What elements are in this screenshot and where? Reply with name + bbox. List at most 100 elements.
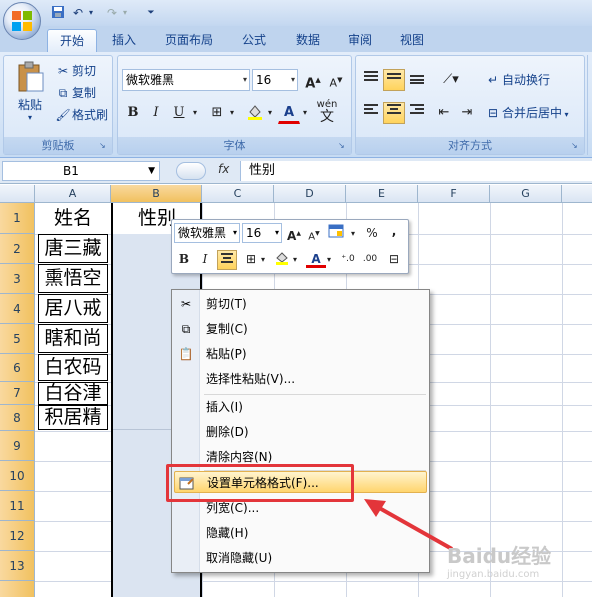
column-header-d[interactable]: D: [274, 185, 346, 203]
undo-icon[interactable]: ↶: [70, 5, 86, 21]
align-left-icon[interactable]: [360, 102, 382, 124]
column-header-g[interactable]: G: [490, 185, 562, 203]
mini-merge-icon[interactable]: ⊟: [384, 250, 404, 270]
align-right-icon[interactable]: [406, 102, 428, 124]
redo-icon[interactable]: ↷: [104, 5, 120, 21]
cut-button[interactable]: ✂ 剪切: [54, 62, 96, 80]
alignment-launcher-icon[interactable]: ↘: [571, 141, 581, 151]
menu-item-cut[interactable]: ✂ 剪切(T): [174, 293, 427, 315]
column-header-c[interactable]: C: [202, 185, 274, 203]
phonetic-guide-icon[interactable]: wén 文: [313, 98, 341, 126]
font-launcher-icon[interactable]: ↘: [338, 141, 348, 151]
menu-item-insert[interactable]: 插入(I): [174, 396, 427, 418]
row-header-8[interactable]: 8: [0, 405, 35, 431]
bold-button[interactable]: B: [122, 102, 144, 124]
font-size-input[interactable]: 16 ▾: [252, 69, 298, 91]
mini-font-dropdown-icon[interactable]: ▾: [233, 224, 237, 242]
mini-font-name-input[interactable]: 微软雅黑 ▾: [174, 223, 240, 243]
decrease-decimal-icon[interactable]: .00: [360, 250, 380, 270]
select-all-corner[interactable]: [0, 185, 35, 203]
mini-size-dropdown-icon[interactable]: ▾: [275, 224, 279, 242]
cell-a5[interactable]: 瞎和尚: [38, 324, 108, 353]
undo-dropdown-icon[interactable]: ▾: [86, 5, 96, 21]
column-header-e[interactable]: E: [346, 185, 418, 203]
italic-button[interactable]: I: [145, 102, 167, 124]
underline-button[interactable]: U: [168, 102, 190, 124]
align-top-icon[interactable]: [360, 69, 382, 91]
row-header-3[interactable]: 3: [0, 264, 35, 294]
office-button[interactable]: [3, 2, 41, 40]
grow-font-icon[interactable]: A▲: [302, 69, 324, 91]
paste-dropdown-icon[interactable]: ▾: [12, 113, 48, 122]
merge-center-button[interactable]: ⊟ 合并后居中 ▾: [484, 104, 569, 122]
row-header-4[interactable]: 4: [0, 294, 35, 324]
menu-item-copy[interactable]: ⧉ 复制(C): [174, 318, 427, 340]
tab-data[interactable]: 数据: [288, 29, 328, 52]
column-header-a[interactable]: A: [35, 185, 111, 203]
increase-indent-icon[interactable]: ⇥: [456, 102, 478, 124]
row-header-13[interactable]: 13: [0, 551, 35, 581]
row-header-2[interactable]: 2: [0, 234, 35, 264]
customize-quick-access-icon[interactable]: ⏷: [146, 5, 156, 21]
copy-button[interactable]: ⧉ 复制: [54, 84, 96, 102]
paste-button[interactable]: 粘贴 ▾: [12, 61, 48, 131]
cell-a3[interactable]: 熏悟空: [38, 264, 108, 293]
cell-a2[interactable]: 唐三藏: [38, 234, 108, 263]
mini-shrink-font-icon[interactable]: A▼: [304, 224, 324, 244]
row-header-7[interactable]: 7: [0, 382, 35, 405]
mini-fill-color-icon[interactable]: [272, 250, 292, 270]
formula-bar-handle[interactable]: [176, 162, 206, 180]
menu-item-delete[interactable]: 删除(D): [174, 421, 427, 443]
row-header-5[interactable]: 5: [0, 324, 35, 354]
mini-center-icon[interactable]: [217, 250, 237, 270]
cell-a8[interactable]: 积居精: [38, 405, 108, 430]
mini-comma-button[interactable]: ,: [384, 222, 404, 242]
font-color-dropdown-icon[interactable]: ▾: [299, 102, 311, 124]
mini-italic-icon[interactable]: I: [195, 250, 215, 270]
mini-format-dropdown-icon[interactable]: ▾: [348, 224, 358, 244]
save-icon[interactable]: [50, 5, 66, 21]
row-header-12[interactable]: 12: [0, 521, 35, 551]
tab-formulas[interactable]: 公式: [236, 29, 272, 52]
column-header-partial[interactable]: [562, 185, 592, 203]
menu-item-paste-special[interactable]: 选择性粘贴(V)...: [174, 368, 427, 390]
align-center-icon[interactable]: [383, 102, 405, 124]
tab-view[interactable]: 视图: [392, 29, 432, 52]
increase-decimal-icon[interactable]: ⁺.0: [338, 250, 358, 270]
borders-icon[interactable]: ⊞: [206, 102, 228, 124]
mini-grow-font-icon[interactable]: A▲: [284, 224, 304, 244]
row-header-11[interactable]: 11: [0, 491, 35, 521]
cell-a7[interactable]: 白谷津: [38, 382, 108, 405]
row-header-9[interactable]: 9: [0, 431, 35, 461]
row-header-6[interactable]: 6: [0, 354, 35, 382]
fill-color-dropdown-icon[interactable]: ▾: [264, 102, 276, 124]
row-header-1[interactable]: 1: [0, 203, 35, 234]
name-box[interactable]: B1 ▼: [2, 161, 160, 181]
align-middle-icon[interactable]: [383, 69, 405, 91]
borders-dropdown-icon[interactable]: ▾: [226, 102, 238, 124]
format-painter-button[interactable]: 🖌格式刷: [54, 106, 108, 124]
align-bottom-icon[interactable]: [406, 69, 428, 91]
tab-home[interactable]: 开始: [47, 29, 97, 52]
mini-percent-button[interactable]: %: [362, 224, 382, 244]
column-header-b[interactable]: B: [111, 185, 202, 203]
clipboard-launcher-icon[interactable]: ↘: [99, 141, 109, 151]
formula-input[interactable]: 性别: [240, 161, 592, 181]
cell-a6[interactable]: 白农码: [38, 354, 108, 381]
cell-a4[interactable]: 居八戒: [38, 294, 108, 323]
mini-bold-icon[interactable]: B: [174, 250, 194, 270]
shrink-font-icon[interactable]: A▼: [325, 69, 347, 91]
mini-font-color-icon[interactable]: A: [306, 250, 326, 268]
name-box-dropdown-icon[interactable]: ▼: [148, 162, 155, 180]
cell-a1[interactable]: 姓名: [38, 203, 108, 234]
font-size-dropdown-icon[interactable]: ▾: [291, 70, 295, 90]
merge-dropdown-icon[interactable]: ▾: [562, 110, 569, 119]
row-header-10[interactable]: 10: [0, 461, 35, 491]
redo-dropdown-icon[interactable]: ▾: [120, 5, 130, 21]
fill-color-icon[interactable]: [244, 102, 266, 124]
menu-item-paste[interactable]: 📋 粘贴(P): [174, 343, 427, 365]
underline-dropdown-icon[interactable]: ▾: [189, 102, 201, 124]
column-header-f[interactable]: F: [418, 185, 490, 203]
mini-font-size-input[interactable]: 16 ▾: [242, 223, 282, 243]
mini-fill-dropdown-icon[interactable]: ▾: [290, 250, 300, 270]
